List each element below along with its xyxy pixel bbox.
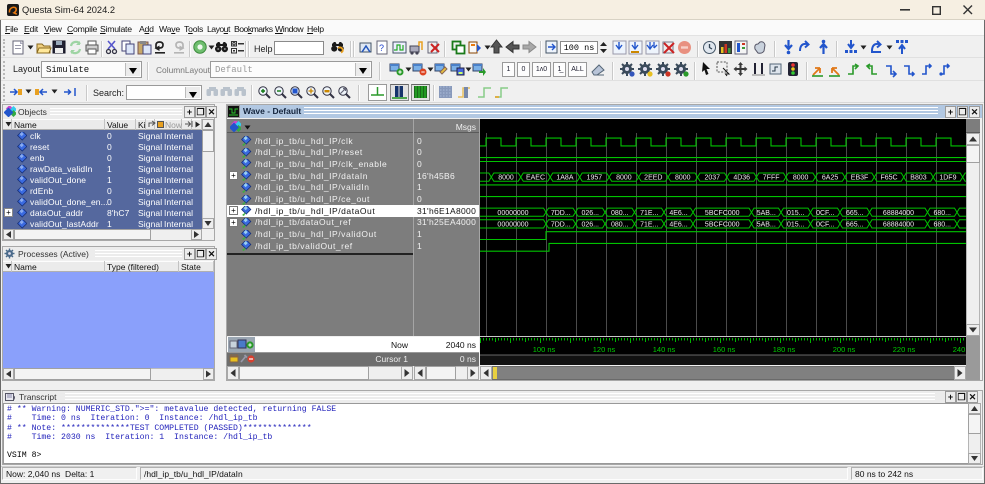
svg-text:5BCFC000: 5BCFC000 xyxy=(705,222,740,229)
svg-text:026...: 026... xyxy=(581,222,599,229)
svg-text:7DD...: 7DD... xyxy=(551,210,571,217)
svg-text:?: ? xyxy=(379,43,384,53)
svg-text:B803: B803 xyxy=(910,175,926,182)
svg-text:4E6...: 4E6... xyxy=(669,222,687,229)
svg-text:1957: 1957 xyxy=(587,175,603,182)
svg-text:120 ns: 120 ns xyxy=(593,345,616,354)
svg-text:EAEC: EAEC xyxy=(526,175,545,182)
svg-text:015...: 015... xyxy=(787,222,805,229)
svg-text:6A25: 6A25 xyxy=(822,175,838,182)
svg-text:100 ns: 100 ns xyxy=(533,345,556,354)
svg-text:665...: 665... xyxy=(846,210,864,217)
svg-text:1DF9: 1DF9 xyxy=(939,175,956,182)
svg-text:8000: 8000 xyxy=(793,175,809,182)
svg-text:015...: 015... xyxy=(787,210,805,217)
svg-text:8000: 8000 xyxy=(498,175,514,182)
svg-text:68884000: 68884000 xyxy=(883,210,914,217)
svg-text:665...: 665... xyxy=(846,222,864,229)
svg-text:71E...: 71E... xyxy=(640,210,658,217)
svg-text:71E...: 71E... xyxy=(640,222,658,229)
svg-text:EB3F: EB3F xyxy=(851,175,869,182)
svg-text:140 ns: 140 ns xyxy=(653,345,676,354)
svg-text:2EED: 2EED xyxy=(644,175,662,182)
svg-text:8000: 8000 xyxy=(675,175,691,182)
svg-text:00000000: 00000000 xyxy=(497,222,528,229)
svg-text:68884000: 68884000 xyxy=(883,222,914,229)
svg-text:2037: 2037 xyxy=(704,175,720,182)
svg-text:4E6...: 4E6... xyxy=(669,210,687,217)
svg-text:080...: 080... xyxy=(611,222,629,229)
svg-text:5BCFC000: 5BCFC000 xyxy=(705,210,740,217)
svg-text:1A8A: 1A8A xyxy=(556,175,573,182)
svg-text:240 ns: 240 ns xyxy=(953,345,966,354)
svg-text:5AB...: 5AB... xyxy=(757,222,776,229)
svg-text:F65C: F65C xyxy=(880,175,897,182)
svg-text:080...: 080... xyxy=(611,210,629,217)
svg-text:0CF...: 0CF... xyxy=(816,210,834,217)
svg-text:7FFF: 7FFF xyxy=(763,175,780,182)
svg-text:220 ns: 220 ns xyxy=(893,345,916,354)
svg-text:180 ns: 180 ns xyxy=(773,345,796,354)
svg-text:8000: 8000 xyxy=(616,175,632,182)
svg-text:0CF...: 0CF... xyxy=(816,222,834,229)
svg-text:160 ns: 160 ns xyxy=(713,345,736,354)
svg-text:7DD...: 7DD... xyxy=(551,222,571,229)
svg-text:200 ns: 200 ns xyxy=(833,345,856,354)
svg-text:680...: 680... xyxy=(933,222,951,229)
svg-text:00000000: 00000000 xyxy=(497,210,528,217)
svg-text:4D36: 4D36 xyxy=(733,175,750,182)
svg-text:680...: 680... xyxy=(933,210,951,217)
svg-text:5AB...: 5AB... xyxy=(757,210,776,217)
svg-text:026...: 026... xyxy=(581,210,599,217)
